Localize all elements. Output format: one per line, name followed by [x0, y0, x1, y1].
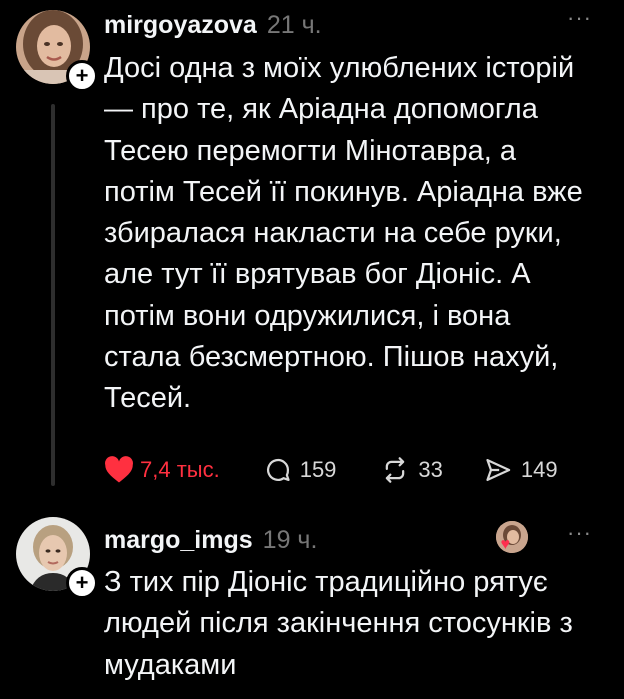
- share-button[interactable]: 149: [483, 456, 558, 484]
- like-button[interactable]: 7,4 тыс.: [104, 456, 220, 484]
- repost-count: 33: [418, 457, 443, 482]
- avatar-wrap: +: [16, 10, 98, 92]
- share-count: 149: [520, 457, 558, 482]
- post-mirgoyazova: + mirgoyazova 21 ч. ··· Досі одна з моїх…: [0, 0, 624, 500]
- heart-icon: ♥: [500, 536, 511, 553]
- post-margo-imgs: + margo_imgs 19 ч. ♥ ··· З тих пір Діоні…: [0, 500, 624, 699]
- repost-button[interactable]: 33: [380, 456, 443, 484]
- post-text: З тих пір Діоніс традиційно рятує людей …: [104, 566, 573, 681]
- action-bar: 7,4 тыс. 159 33 149: [104, 452, 558, 488]
- post-header: margo_imgs 19 ч. ♥ ···: [104, 521, 606, 557]
- follow-plus-icon[interactable]: +: [66, 567, 98, 599]
- comment-icon: [266, 458, 290, 482]
- share-icon: [486, 458, 511, 482]
- more-options-icon[interactable]: ···: [567, 7, 592, 42]
- more-options-icon[interactable]: ···: [567, 522, 592, 557]
- repost-icon: [386, 457, 405, 483]
- timestamp: 19 ч.: [262, 525, 318, 554]
- reply-button[interactable]: 159: [264, 456, 337, 484]
- username[interactable]: mirgoyazova: [104, 11, 257, 40]
- thread-line: [51, 104, 55, 486]
- post-text: Досі одна з моїх улюблених історій — про…: [104, 52, 583, 415]
- follow-plus-icon[interactable]: +: [66, 60, 98, 92]
- like-count: 7,4 тыс.: [140, 457, 220, 482]
- avatar-wrap: +: [16, 517, 98, 599]
- post-header: mirgoyazova 21 ч. ···: [104, 7, 606, 42]
- timestamp: 21 ч.: [266, 10, 322, 39]
- heart-icon: [105, 456, 133, 483]
- reply-count: 159: [299, 457, 337, 482]
- username[interactable]: margo_imgs: [104, 526, 253, 555]
